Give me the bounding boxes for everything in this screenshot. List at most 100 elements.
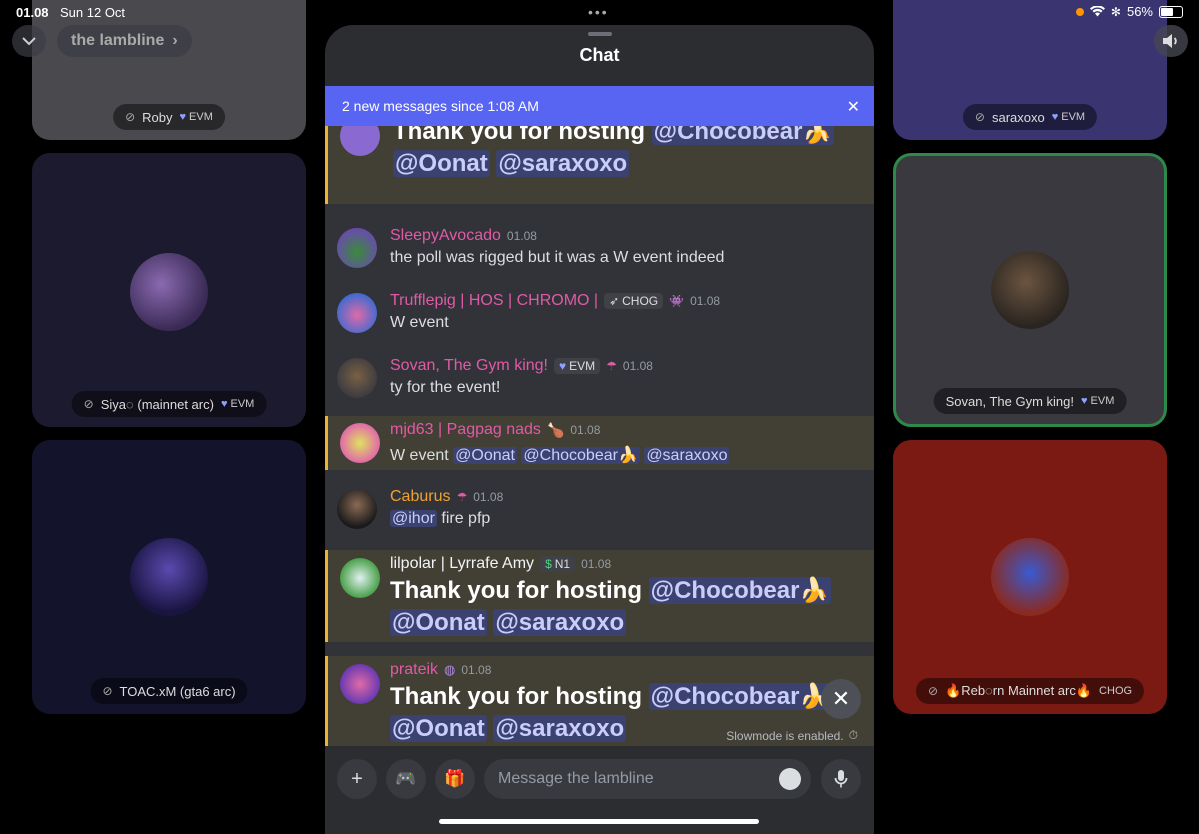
participant-name: Sovan, The Gym king! [945,393,1074,409]
mention[interactable]: @Chocobear🍌 [521,447,640,464]
activities-button[interactable]: 🎮 [386,759,426,799]
mention[interactable]: @ihor [390,510,437,527]
speaker-icon [1163,34,1177,48]
author-name[interactable]: lilpolar | Lyrrafe Amy [390,555,534,573]
participant-name: saraxoxo [991,109,1045,125]
participant-label: ⊘ TOAC.xM (gta6 arc) [90,678,248,704]
timestamp: 01.08 [570,423,601,437]
avatar [340,558,380,598]
slowmode-text: Slowmode is enabled. [726,728,844,743]
status-date: Sun 12 Oct [60,5,126,20]
role-badge: CHOG [1099,685,1133,697]
message[interactable]: Caburus ☂ 01.08 @ihor fire pfp [325,478,874,538]
timestamp: 01.08 [506,229,537,243]
collapse-button[interactable] [12,25,46,57]
role-badge: ♥ EVM [554,358,601,374]
participant-tile[interactable]: ⊘ TOAC.xM (gta6 arc) [32,440,306,714]
avatar [130,538,208,616]
status-bar: 01.08 Sun 12 Oct ••• ✻ 56% [0,0,1199,24]
message[interactable]: Trufflepig | HOS | CHROMO | ➶ CHOG 👾 01.0… [325,282,874,342]
yarn-icon: ◍ [444,662,456,677]
participant-name: Roby [142,109,173,125]
close-chat-button[interactable]: ✕ [821,679,861,719]
timestamp: 01.08 [622,359,653,373]
participant-tile[interactable]: Sovan, The Gym king! ♥ EVM [893,153,1167,427]
close-icon[interactable]: ✕ [847,97,860,117]
timestamp: 01.08 [690,294,721,308]
emoji-icon[interactable] [779,768,801,790]
avatar [337,489,377,529]
rocket-icon: ➶ [609,294,620,308]
plus-icon: + [351,767,363,790]
role-badge: ♥ EVM [1051,111,1086,123]
author-name[interactable]: SleepyAvocado [390,227,501,245]
author-name[interactable]: Trufflepig | HOS | CHROMO | [390,292,598,310]
mention[interactable]: @Chocobear🍌 [651,126,835,145]
home-indicator[interactable] [439,819,759,824]
new-messages-banner[interactable]: 2 new messages since 1:08 AM ✕ [325,86,874,126]
message[interactable]: Thank you for hosting @Chocobear🍌 @Oonat… [325,126,874,204]
avatar [337,358,377,398]
avatar [340,423,380,463]
mention[interactable]: @Oonat [390,609,487,636]
mention[interactable]: @Chocobear🍌 [648,577,832,604]
mention[interactable]: @saraxoxo [644,447,730,464]
message[interactable]: SleepyAvocado 01.08 the poll was rigged … [325,217,874,277]
participant-tile[interactable]: ⊘ 🔥Reb◌rn Mainnet arc🔥 CHOG [893,440,1167,714]
bluetooth-icon: ✻ [1110,4,1121,19]
muted-icon: ⊘ [125,110,136,124]
mic-indicator-icon [1075,7,1084,16]
chevron-down-icon [22,36,36,45]
message-text: Thank you for hosting @Chocobear🍌 @Oonat… [393,126,863,180]
participant-label: Sovan, The Gym king! ♥ EVM [933,388,1127,414]
channel-name-button[interactable]: the lambline › [57,25,192,57]
avatar [130,253,208,331]
author-name[interactable]: mjd63 | Pagpag nads [390,421,541,439]
mention[interactable]: @Oonat [453,447,517,464]
wifi-icon [1089,6,1105,17]
avatar [991,538,1069,616]
avatar [337,228,377,268]
umbrella-icon: ☂ [456,490,468,504]
gift-button[interactable]: 🎁 [435,759,475,799]
message-text: W event @Oonat @Chocobear🍌 @saraxoxo [390,447,730,464]
battery-icon [1159,5,1183,18]
creature-icon: 👾 [669,294,685,308]
participant-tile[interactable]: ⊘ Siya◌ (mainnet arc) ♥ EVM [32,153,306,427]
mention[interactable]: @saraxoxo [496,150,630,177]
close-icon: ✕ [831,686,851,711]
muted-icon: ⊘ [83,397,94,411]
message-text: W event [390,314,449,331]
mention[interactable]: @Chocobear🍌 [648,683,832,710]
voice-message-button[interactable] [821,759,861,799]
microphone-icon [834,770,848,788]
message[interactable]: mjd63 | Pagpag nads 🍗 01.08 W event @Oon… [325,416,874,470]
message[interactable]: Sovan, The Gym king! ♥ EVM ☂ 01.08 ty for… [325,347,874,407]
drumstick-icon: 🍗 [546,421,565,438]
sheet-handle[interactable] [588,32,612,36]
avatar [340,664,380,704]
multitask-dots-icon[interactable]: ••• [588,4,609,20]
umbrella-icon: ☂ [606,359,617,373]
message-text: ty for the event! [390,379,501,396]
participant-label: ⊘ saraxoxo ♥ EVM [962,104,1098,130]
muted-icon: ⊘ [927,684,939,698]
message-input[interactable]: Message the lambline [484,759,811,799]
mention[interactable]: @Oonat [393,150,490,177]
mention[interactable]: @saraxoxo [493,609,627,636]
status-time: 01.08 [16,5,49,20]
message-text: the poll was rigged but it was a W event… [390,249,725,266]
author-name[interactable]: Caburus [390,488,450,506]
message[interactable]: lilpolar | Lyrrafe Amy $ N1 01.08 Thank y… [325,550,874,642]
mention[interactable]: @Oonat [390,715,487,742]
stopwatch-icon: ⏱ [848,728,858,742]
add-button[interactable]: + [337,759,377,799]
heart-icon: ♥ [559,359,567,373]
author-name[interactable]: prateik [390,661,438,679]
speaker-button[interactable] [1154,25,1188,57]
battery-percent: 56% [1126,4,1153,19]
mention[interactable]: @saraxoxo [493,715,627,742]
message-list[interactable]: Thank you for hosting @Chocobear🍌 @Oonat… [325,126,874,746]
author-name[interactable]: Sovan, The Gym king! [390,357,548,375]
message-input-placeholder: Message the lambline [498,770,654,787]
